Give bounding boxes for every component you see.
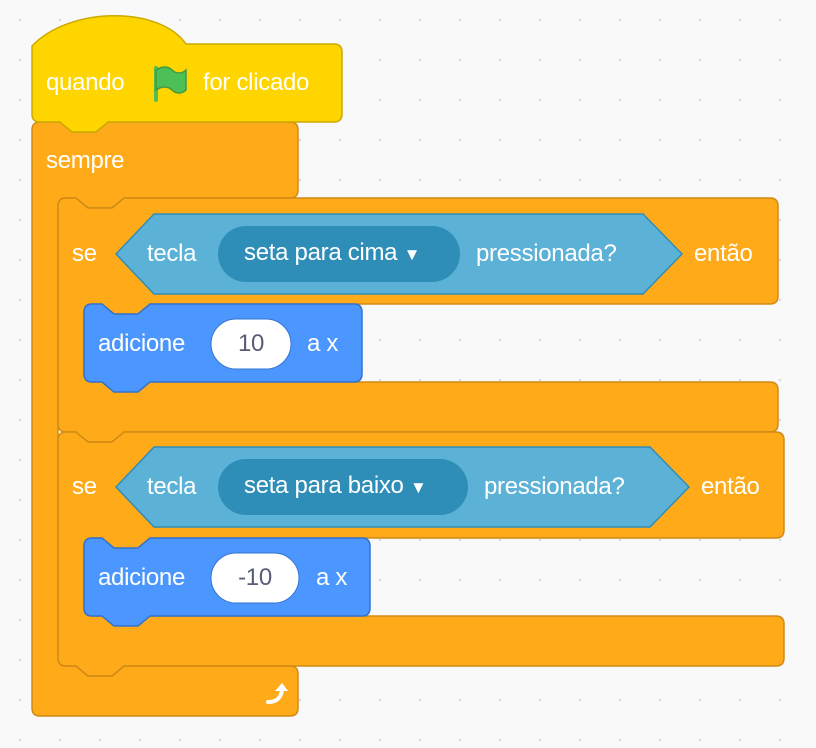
dropdown-arrow-icon: ▼: [403, 245, 421, 264]
if-label-2: se: [72, 473, 97, 500]
pressed-label-2: pressionada?: [484, 473, 625, 500]
green-flag-icon[interactable]: [150, 64, 188, 102]
hat-label-when: quando: [46, 69, 125, 96]
to-x-label-2: a x: [316, 564, 348, 591]
key-label-1: tecla: [147, 240, 197, 267]
to-x-label-1: a x: [307, 330, 339, 357]
block-labels: quando for clicado sempre se tecla seta …: [0, 0, 816, 748]
key-option-text-1: seta para cima: [244, 239, 398, 266]
then-label-2: então: [701, 473, 760, 500]
change-label-1: adicione: [98, 330, 186, 357]
number-value-1[interactable]: 10: [238, 329, 264, 359]
loop-arrow-icon: [266, 683, 288, 704]
if-label-1: se: [72, 240, 97, 267]
change-label-2: adicione: [98, 564, 186, 591]
dropdown-arrow-icon: ▼: [410, 478, 427, 497]
number-value-2[interactable]: -10: [238, 563, 272, 593]
key-option-2[interactable]: seta para baixo ▼: [244, 471, 427, 503]
then-label-1: então: [694, 240, 753, 267]
key-option-text-2: seta para baixo: [244, 472, 404, 499]
pressed-label-1: pressionada?: [476, 240, 617, 267]
forever-label: sempre: [46, 147, 125, 174]
scratch-code-area[interactable]: { "colors": { "event_fill": "#ffd500", "…: [0, 0, 816, 748]
key-label-2: tecla: [147, 473, 197, 500]
key-option-1[interactable]: seta para cima ▼: [244, 238, 420, 270]
hat-label-clicked: for clicado: [203, 69, 310, 96]
